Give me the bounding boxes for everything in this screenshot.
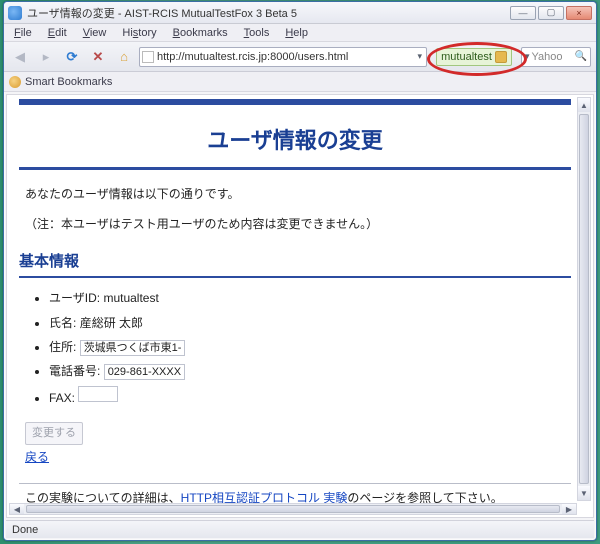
url-bar[interactable]: http://mutualtest.rcis.jp:8000/users.htm… [139, 47, 427, 67]
menu-help[interactable]: Help [279, 26, 314, 40]
menu-tools[interactable]: Tools [238, 26, 276, 40]
detail-sentence: この実験についての詳細は、HTTP相互認証プロトコル 実験のページを参照して下さ… [25, 488, 565, 503]
menu-help-label: elp [293, 27, 308, 39]
search-placeholder: Yahoo [532, 51, 573, 63]
status-bar: Done [6, 520, 594, 538]
address-input[interactable]: 茨城県つくば市東1- [80, 340, 186, 356]
field-phone: 電話番号: 029-861-XXXX [49, 361, 571, 381]
menu-bookmarks[interactable]: Bookmarks [167, 26, 234, 40]
window-title: ユーザ情報の変更 - AIST-RCIS MutualTestFox 3 Bet… [27, 5, 510, 21]
content-viewport: ユーザ情報の変更 あなたのユーザ情報は以下の通りです。 （注：本ユーザはテスト用… [6, 94, 594, 518]
phone-label: 電話番号: [49, 364, 100, 378]
app-icon [8, 6, 22, 20]
phone-input[interactable]: 029-861-XXXX [104, 364, 185, 380]
vertical-scrollbar[interactable]: ▲ ▼ [577, 97, 591, 501]
field-address: 住所: 茨城県つくば市東1- [49, 337, 571, 357]
menu-history-label: tory [138, 27, 156, 39]
page-identity-icon[interactable] [142, 51, 154, 63]
note-text: （注：本ユーザはテスト用ユーザのため内容は変更できません。） [25, 214, 565, 234]
browser-window: ユーザ情報の変更 - AIST-RCIS MutualTestFox 3 Bet… [3, 1, 597, 541]
fax-input[interactable] [78, 386, 118, 402]
back-link[interactable]: 戻る [25, 450, 49, 464]
field-fax: FAX: [49, 386, 571, 408]
navigation-toolbar: ◀ ▸ ⟳ ✕ ⌂ http://mutualtest.rcis.jp:8000… [4, 42, 596, 72]
home-button[interactable]: ⌂ [113, 46, 135, 68]
menu-file-label: ile [21, 27, 32, 39]
heading-underline [19, 167, 571, 170]
scroll-up-arrow[interactable]: ▲ [578, 98, 590, 112]
smart-bookmarks-item[interactable]: Smart Bookmarks [25, 76, 112, 88]
detail-suffix: のページを参照して下さい。 [347, 491, 502, 503]
userid-value: mutualtest [103, 291, 158, 305]
intro-text: あなたのユーザ情報は以下の通りです。 [25, 184, 565, 204]
url-history-dropdown[interactable]: ▾ [415, 51, 424, 62]
menu-file[interactable]: File [8, 26, 38, 40]
stop-button[interactable]: ✕ [87, 46, 109, 68]
menu-history[interactable]: History [116, 26, 162, 40]
menu-view[interactable]: View [77, 26, 113, 40]
menubar: File Edit View History Bookmarks Tools H… [4, 24, 596, 42]
search-box[interactable]: ▾ Yahoo 🔍 [521, 47, 591, 67]
menu-view-label: iew [90, 27, 107, 39]
name-value: 産総研 太郎 [80, 316, 143, 330]
detail-prefix: この実験についての詳細は、 [25, 491, 181, 503]
horizontal-scroll-thumb[interactable] [26, 505, 560, 513]
section-basic-info: 基本情報 [19, 245, 571, 279]
page-content: ユーザ情報の変更 あなたのユーザ情報は以下の通りです。 （注：本ユーザはテスト用… [15, 95, 575, 503]
reload-button[interactable]: ⟳ [61, 46, 83, 68]
name-label: 氏名: [49, 316, 76, 330]
field-name: 氏名: 産総研 太郎 [49, 313, 571, 333]
smart-bookmarks-icon [9, 76, 21, 88]
info-list: ユーザID: mutualtest 氏名: 産総研 太郎 住所: 茨城県つくば市… [49, 288, 571, 408]
menu-tools-label: ools [249, 27, 269, 39]
submit-button: 変更する [25, 422, 83, 445]
mutual-auth-label: mutualtest [441, 51, 492, 63]
back-button[interactable]: ◀ [9, 46, 31, 68]
field-userid: ユーザID: mutualtest [49, 288, 571, 308]
maximize-button[interactable]: ▢ [538, 6, 564, 20]
fax-label: FAX: [49, 391, 75, 405]
lock-state-icon [495, 51, 507, 63]
menu-bookmarks-label: ookmarks [180, 27, 228, 39]
horizontal-scrollbar[interactable]: ◀ ▶ [9, 503, 577, 515]
userid-label: ユーザID: [49, 291, 100, 305]
mutual-auth-indicator[interactable]: mutualtest [436, 48, 512, 66]
footer-divider [19, 483, 571, 484]
status-text: Done [12, 524, 38, 536]
forward-button[interactable]: ▸ [35, 46, 57, 68]
url-input[interactable]: http://mutualtest.rcis.jp:8000/users.htm… [157, 51, 412, 63]
search-icon[interactable]: 🔍 [575, 51, 587, 62]
address-label: 住所: [49, 340, 76, 354]
vertical-scroll-thumb[interactable] [579, 114, 589, 484]
menu-edit-label: dit [55, 27, 67, 39]
scroll-right-arrow[interactable]: ▶ [562, 504, 576, 514]
detail-link[interactable]: HTTP相互認証プロトコル 実験 [181, 491, 348, 503]
bookmarks-toolbar: Smart Bookmarks [4, 72, 596, 92]
top-rule [19, 99, 571, 105]
scroll-left-arrow[interactable]: ◀ [10, 504, 24, 514]
annotation-circle: mutualtest [431, 46, 517, 68]
menu-edit[interactable]: Edit [42, 26, 73, 40]
minimize-button[interactable]: — [510, 6, 536, 20]
close-button[interactable]: × [566, 6, 592, 20]
scroll-down-arrow[interactable]: ▼ [578, 486, 590, 500]
titlebar: ユーザ情報の変更 - AIST-RCIS MutualTestFox 3 Bet… [4, 2, 596, 24]
page-heading: ユーザ情報の変更 [19, 109, 571, 165]
